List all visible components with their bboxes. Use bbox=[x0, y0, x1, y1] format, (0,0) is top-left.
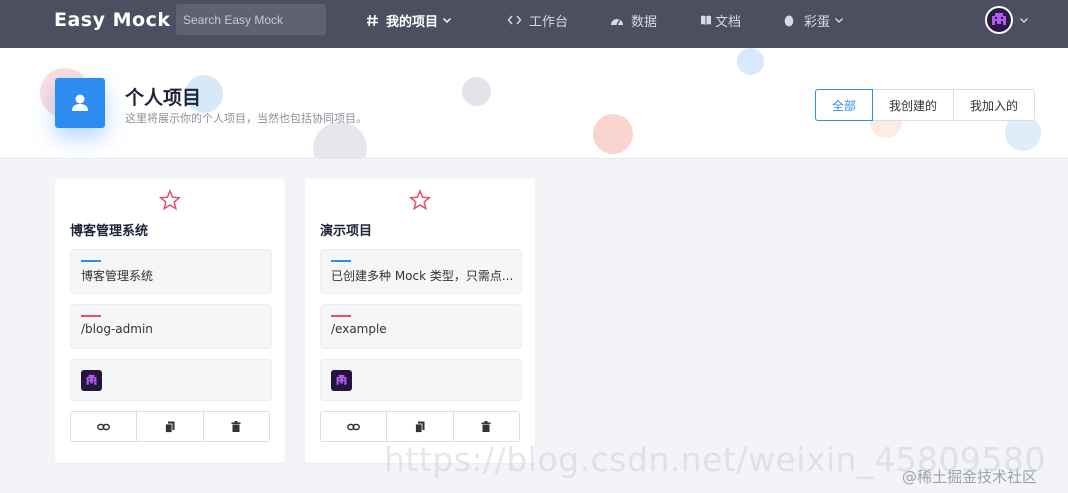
project-url: /blog-admin bbox=[81, 322, 153, 336]
navbar: Easy Mock 我的项目 工作台 数据 文档 彩蛋 bbox=[0, 0, 1068, 48]
project-name[interactable]: 演示项目 bbox=[320, 220, 372, 239]
pixel-avatar-icon[interactable] bbox=[331, 370, 352, 391]
description-marker bbox=[81, 260, 101, 262]
page-description: 这里将展示你的个人项目，当然也包括协同项目。 bbox=[125, 112, 367, 125]
project-url-field: /blog-admin bbox=[70, 304, 272, 349]
decor-bubble bbox=[737, 48, 764, 75]
card-actions bbox=[70, 411, 270, 442]
trash-icon bbox=[231, 421, 241, 432]
nav-docs[interactable]: 文档 bbox=[700, 0, 741, 40]
decor-bubble bbox=[462, 77, 491, 106]
clone-project-button[interactable] bbox=[387, 412, 454, 441]
project-members-field bbox=[320, 359, 522, 401]
project-card[interactable]: 博客管理系统 博客管理系统 /blog-admin bbox=[55, 179, 285, 463]
code-icon bbox=[507, 14, 522, 26]
nav-label: 彩蛋 bbox=[804, 14, 831, 30]
project-description: 已创建多种 Mock 类型，只需点... bbox=[331, 269, 514, 283]
project-description: 博客管理系统 bbox=[81, 269, 154, 283]
nav-label: 工作台 bbox=[529, 14, 569, 30]
hash-icon bbox=[366, 14, 379, 27]
pixel-avatar-icon bbox=[985, 6, 1013, 34]
link-icon bbox=[347, 423, 361, 430]
clone-project-button[interactable] bbox=[137, 412, 204, 441]
copy-icon bbox=[165, 421, 175, 433]
url-marker bbox=[331, 315, 351, 317]
project-members-field bbox=[70, 359, 272, 401]
project-url: /example bbox=[331, 322, 387, 336]
card-actions bbox=[320, 411, 520, 442]
filter-created-button[interactable]: 我创建的 bbox=[872, 89, 954, 121]
brand-logo[interactable]: Easy Mock bbox=[54, 9, 170, 31]
book-icon bbox=[700, 14, 712, 26]
project-description-field: 博客管理系统 bbox=[70, 249, 272, 294]
project-url-field: /example bbox=[320, 304, 522, 349]
star-icon[interactable] bbox=[409, 189, 431, 211]
user-menu[interactable] bbox=[985, 6, 1029, 34]
page-header: 个人项目 这里将展示你的个人项目，当然也包括协同项目。 全部 我创建的 我加入的 bbox=[0, 48, 1068, 159]
juejin-watermark: @稀土掘金技术社区 bbox=[902, 468, 1038, 486]
user-icon bbox=[55, 78, 105, 128]
dashboard-icon bbox=[610, 14, 624, 26]
decor-bubble bbox=[313, 122, 367, 158]
page-title: 个人项目 bbox=[125, 87, 202, 109]
filter-all-button[interactable]: 全部 bbox=[815, 89, 873, 121]
copy-icon bbox=[415, 421, 425, 433]
decor-bubble bbox=[593, 114, 633, 154]
nav-easter-egg[interactable]: 彩蛋 bbox=[784, 0, 844, 40]
nav-label: 数据 bbox=[631, 14, 658, 30]
search-input[interactable] bbox=[176, 4, 326, 35]
chevron-down-icon bbox=[1019, 15, 1029, 25]
url-marker bbox=[81, 315, 101, 317]
egg-icon bbox=[784, 14, 794, 27]
link-icon bbox=[97, 423, 111, 430]
copy-link-button[interactable] bbox=[321, 412, 388, 441]
nav-label: 文档 bbox=[715, 14, 742, 30]
pixel-avatar-icon[interactable] bbox=[81, 370, 102, 391]
project-filter: 全部 我创建的 我加入的 bbox=[815, 89, 1035, 121]
trash-icon bbox=[481, 421, 491, 432]
nav-my-projects[interactable]: 我的项目 bbox=[366, 0, 452, 40]
project-card[interactable]: 演示项目 已创建多种 Mock 类型，只需点... /example bbox=[305, 179, 535, 463]
nav-label: 我的项目 bbox=[386, 14, 439, 30]
description-marker bbox=[331, 260, 351, 262]
project-description-field: 已创建多种 Mock 类型，只需点... bbox=[320, 249, 522, 294]
filter-joined-button[interactable]: 我加入的 bbox=[953, 89, 1035, 121]
delete-project-button[interactable] bbox=[203, 412, 269, 441]
copy-link-button[interactable] bbox=[71, 412, 138, 441]
project-name[interactable]: 博客管理系统 bbox=[70, 220, 148, 239]
chevron-down-icon bbox=[834, 15, 844, 25]
star-icon[interactable] bbox=[159, 189, 181, 211]
nav-workbench[interactable]: 工作台 bbox=[507, 0, 568, 40]
chevron-down-icon bbox=[442, 15, 452, 25]
delete-project-button[interactable] bbox=[453, 412, 519, 441]
nav-data[interactable]: 数据 bbox=[610, 0, 657, 40]
